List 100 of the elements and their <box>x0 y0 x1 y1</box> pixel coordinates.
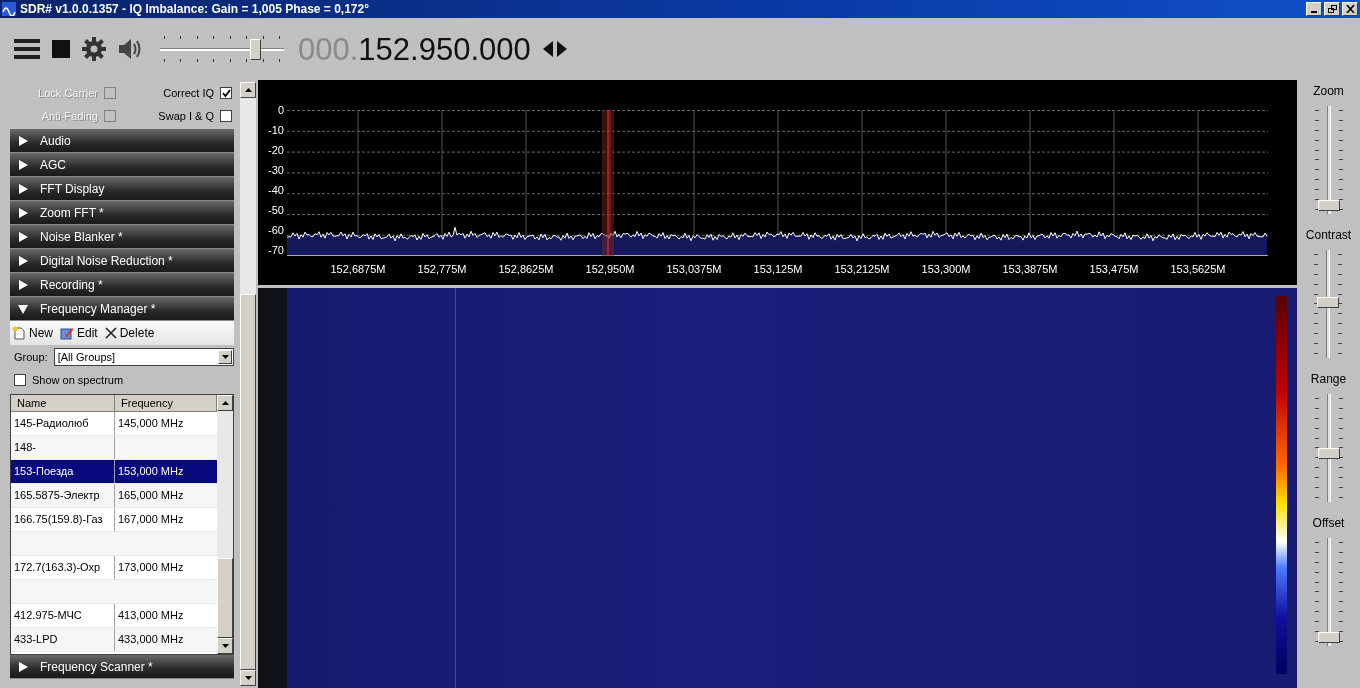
table-row[interactable]: 148- <box>11 436 217 460</box>
axis-label: 152,950M <box>584 262 636 277</box>
axis-label: 153,2125M <box>833 262 891 277</box>
triangle-right-icon <box>18 231 28 242</box>
menu-icon[interactable] <box>14 38 40 60</box>
axis-label: -20 <box>268 144 284 156</box>
section-title: Digital Noise Reduction * <box>40 252 173 270</box>
axis-label: 152,6875M <box>329 262 387 277</box>
axis-label: -40 <box>268 184 284 196</box>
app-icon <box>2 2 16 16</box>
table-row[interactable]: 153-Поезда 153,000 MHz <box>11 460 217 484</box>
triangle-right-icon <box>18 183 28 194</box>
toolbar-button[interactable]: Edit <box>60 324 98 342</box>
slider-thumb[interactable] <box>1317 200 1340 211</box>
close-button[interactable] <box>1342 2 1358 16</box>
table-cell-text: 173,000 MHz <box>117 560 185 576</box>
checkbox[interactable] <box>220 87 232 100</box>
group-dropdown[interactable]: [All Groups] <box>53 348 234 366</box>
toolbar-button[interactable]: Delete <box>104 324 155 342</box>
checkbox[interactable] <box>14 374 26 386</box>
table-cell-text: 433,000 MHz <box>117 632 185 648</box>
toolbar-button[interactable]: New <box>12 324 53 342</box>
edit-icon <box>60 326 74 340</box>
restore-icon <box>1327 5 1337 13</box>
close-icon <box>1345 5 1355 13</box>
section-header[interactable]: Recording * <box>10 273 234 297</box>
axis-label: -50 <box>268 204 284 216</box>
table-row[interactable]: 145-Радиолюб 145,000 MHz <box>11 412 217 436</box>
table-cell: 145-Радиолюб <box>11 412 115 435</box>
new-document-icon <box>12 326 26 340</box>
minimize-button[interactable] <box>1306 2 1322 16</box>
table-cell-text: 145,000 MHz <box>117 416 185 432</box>
table-cell: 165.5875-Электр <box>11 484 115 507</box>
scroll-up-icon <box>244 87 252 92</box>
section-title: AGC <box>40 156 66 174</box>
section-header[interactable]: Frequency Scanner * <box>10 655 234 679</box>
checkbox-label: Show on spectrum <box>32 372 124 388</box>
settings-icon[interactable] <box>82 37 106 61</box>
table-cell: 433-LPD <box>11 628 115 651</box>
section-title: Zoom FFT * <box>40 204 104 222</box>
slider-thumb[interactable] <box>1317 297 1340 308</box>
section-title: Audio <box>40 132 71 150</box>
group-label: Group: <box>14 349 48 365</box>
left-right-arrows-icon[interactable] <box>542 41 567 57</box>
slider-label: Contrast <box>1305 227 1352 244</box>
table-cell-text: 153,000 MHz <box>117 464 185 480</box>
axis-label: 152,775M <box>416 262 468 277</box>
table-row[interactable]: 165.5875-Электр 165,000 MHz <box>11 484 217 508</box>
section-title: FFT Display <box>40 180 105 198</box>
scroll-down-icon <box>221 644 229 648</box>
axis-label: 0 <box>277 104 284 116</box>
option-label: Anti-Fading <box>41 108 98 124</box>
section-title: Noise Blanker * <box>40 228 123 246</box>
axis-label: 153,3875M <box>1001 262 1059 277</box>
table-row[interactable]: 172.7(163.3)-Охр 173,000 MHz <box>11 556 217 580</box>
section-header[interactable]: Audio <box>10 129 234 153</box>
table-row[interactable]: 412.975-МЧС 413,000 MHz <box>11 604 217 628</box>
section-header[interactable]: FFT Display <box>10 177 234 201</box>
frequency-display[interactable]: 152.950.000 <box>358 33 531 65</box>
table-row[interactable]: 166.75(159.8)-Газ 167,000 MHz <box>11 508 217 532</box>
triangle-right-icon <box>18 279 28 290</box>
scrollbar[interactable] <box>217 395 233 654</box>
axis-label: 153,0375M <box>665 262 723 277</box>
table-cell-text: 413,000 MHz <box>117 608 185 624</box>
axis-label: -10 <box>268 124 284 136</box>
triangle-right-icon <box>18 135 28 146</box>
triangle-right-icon <box>18 661 28 672</box>
table-cell: 412.975-МЧС <box>11 604 115 627</box>
option-label: Correct IQ <box>163 86 214 101</box>
slider-thumb[interactable] <box>1317 632 1340 643</box>
panel-scrollbar[interactable] <box>240 82 256 686</box>
table-cell: 172.7(163.3)-Охр <box>11 556 115 579</box>
section-header[interactable]: Frequency Manager * <box>10 297 234 321</box>
section-title: Frequency Manager * <box>40 300 156 318</box>
column-header[interactable]: Name <box>11 395 115 411</box>
slider-label: Offset <box>1312 515 1345 532</box>
axis-label: -60 <box>268 224 284 236</box>
axis-label: 153,125M <box>752 262 804 277</box>
slider-thumb[interactable] <box>1317 447 1340 459</box>
triangle-right-icon <box>18 207 28 218</box>
option-label: Swap I & Q <box>158 108 214 124</box>
section-header[interactable]: Digital Noise Reduction * <box>10 249 234 273</box>
triangle-right-icon <box>18 159 28 170</box>
restore-button[interactable] <box>1324 2 1340 16</box>
delete-icon <box>104 327 117 339</box>
section-header[interactable]: Noise Blanker * <box>10 225 234 249</box>
section-header[interactable]: Zoom FFT * <box>10 201 234 225</box>
table-cell: 148- <box>11 436 115 459</box>
section-header[interactable]: AGC <box>10 153 234 177</box>
table-cell: 166.75(159.8)-Газ <box>11 508 115 531</box>
axis-label: 153,300M <box>920 262 972 277</box>
triangle-down-icon <box>18 303 28 314</box>
slider-label: Zoom <box>1313 83 1344 100</box>
checkbox[interactable] <box>220 109 232 122</box>
table-row[interactable]: 433-LPD 433,000 MHz <box>11 628 217 652</box>
axis-label: 153,475M <box>1088 262 1140 277</box>
axis-label: 152,8625M <box>497 262 555 277</box>
volume-slider-thumb[interactable] <box>250 39 262 60</box>
table-cell-text: 165,000 MHz <box>117 488 185 504</box>
section-title: Frequency Scanner * <box>40 658 153 676</box>
